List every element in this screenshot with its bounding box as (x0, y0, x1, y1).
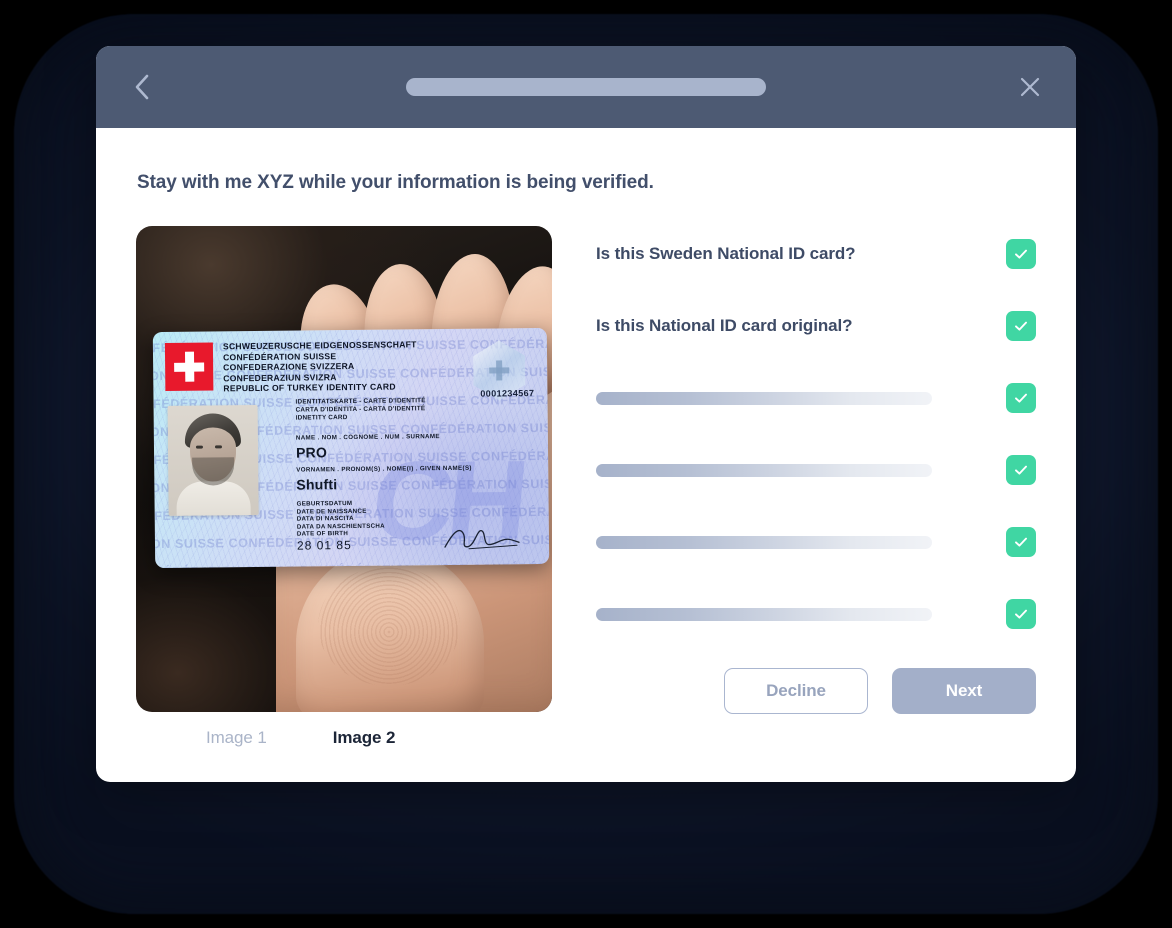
content-row: CONFÉDÉRATION SUISSE CONFÉDÉRATION SUISS… (136, 226, 1036, 748)
check-label-country: Is this Sweden National ID card? (596, 244, 856, 263)
image-tabs: Image 1 Image 2 (136, 728, 552, 748)
check-label-placeholder (596, 535, 932, 549)
card-title-line: SCHWEUZERUSCHE EIDGENOSSENSCHAFT (222, 339, 417, 352)
page-title: Stay with me XYZ while your information … (137, 172, 654, 193)
id-card: CONFÉDÉRATION SUISSE CONFÉDÉRATION SUISS… (152, 327, 550, 569)
next-button[interactable]: Next (892, 668, 1036, 714)
card-title-line: REPUBLIC OF TURKEY IDENTITY CARD (223, 381, 396, 394)
check-row (596, 452, 1036, 488)
card-serial-number: 0001234567 (480, 388, 535, 399)
photo-column: CONFÉDÉRATION SUISSE CONFÉDÉRATION SUISS… (136, 226, 552, 748)
check-icon (1015, 393, 1027, 403)
checkbox-placeholder[interactable] (1006, 455, 1036, 485)
card-surname-label: NAME . NOM . COGNOME . NUM . SURNAME (295, 433, 440, 442)
swiss-flag-icon (164, 342, 214, 391)
card-dob-value: 28 01 85 (296, 537, 352, 553)
close-x-icon (1020, 77, 1040, 97)
back-button[interactable] (122, 67, 162, 107)
tab-image-1[interactable]: Image 1 (206, 728, 267, 748)
check-icon (1015, 537, 1027, 547)
progress-bar-fill (406, 78, 766, 96)
check-icon (1015, 321, 1027, 331)
portrait-eye (214, 445, 222, 449)
check-row: Is this Sweden National ID card? (596, 236, 1036, 272)
check-row (596, 380, 1036, 416)
checkbox-placeholder[interactable] (1006, 527, 1036, 557)
progress-indicator (406, 78, 766, 96)
portrait-eye (195, 445, 203, 449)
checks-column: Is this Sweden National ID card? Is this… (596, 226, 1036, 748)
check-row (596, 596, 1036, 632)
check-row: Is this National ID card original? (596, 308, 1036, 344)
card-content: SCHWEUZERUSCHE EIDGENOSSENSCHAFT CONFÉDÉ… (153, 328, 549, 568)
check-label-placeholder (596, 463, 932, 477)
card-dob-label: GEBURTSDATUM DATE DE NAISSANCE DATA DI N… (296, 499, 385, 538)
card-portrait-photo (167, 404, 259, 516)
portrait-shoulders (176, 481, 251, 516)
close-button[interactable] (1010, 67, 1050, 107)
check-label-original: Is this National ID card original? (596, 316, 853, 335)
card-givenname-label: VORNAMEN . PRONOM(S) . NOME(I) . GIVEN N… (296, 464, 472, 474)
check-icon (1015, 609, 1027, 619)
card-subtitle-block: IDENTITATSKARTE - CARTE D'IDENTITÉ CARTA… (295, 397, 425, 422)
captured-document-photo[interactable]: CONFÉDÉRATION SUISSE CONFÉDÉRATION SUISS… (136, 226, 552, 712)
modal-body: Stay with me XYZ while your information … (96, 128, 1076, 748)
check-icon (1015, 249, 1027, 259)
check-icon (1015, 465, 1027, 475)
card-surname-value: PRO (295, 444, 328, 461)
card-givenname-value: Shufti (296, 476, 338, 493)
card-title-block: SCHWEUZERUSCHE EIDGENOSSENSCHAFT CONFÉDÉ… (223, 339, 417, 394)
check-label-placeholder (596, 607, 932, 621)
action-buttons: Decline Next (596, 668, 1036, 714)
verification-modal: Stay with me XYZ while your information … (96, 46, 1076, 782)
checkbox-placeholder[interactable] (1006, 383, 1036, 413)
checkbox-original[interactable] (1006, 311, 1036, 341)
checkbox-country[interactable] (1006, 239, 1036, 269)
check-label-placeholder (596, 391, 932, 405)
tab-image-2[interactable]: Image 2 (333, 728, 396, 748)
decline-button[interactable]: Decline (724, 668, 868, 714)
card-subtitle-line: CARTA D'IDENTITA - CARTA D'IDENTITÉ (295, 405, 426, 414)
check-row (596, 524, 1036, 560)
modal-header (96, 46, 1076, 128)
card-signature (444, 529, 520, 550)
card-subtitle-line: IDNETITY CARD (295, 414, 348, 422)
screen: Stay with me XYZ while your information … (0, 0, 1172, 928)
checkbox-placeholder[interactable] (1006, 599, 1036, 629)
chevron-left-icon (135, 74, 149, 100)
